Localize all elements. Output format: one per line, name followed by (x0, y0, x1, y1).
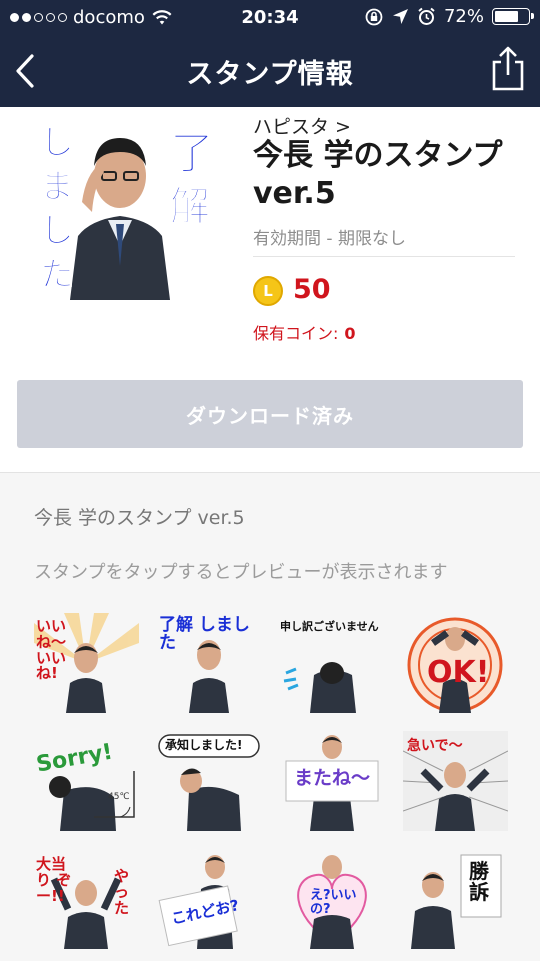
alarm-icon (418, 7, 435, 25)
share-icon[interactable] (490, 44, 526, 92)
thumbnail-right-text: 解 (170, 184, 210, 230)
creator-link[interactable]: ハピスタ > (253, 112, 351, 139)
sticker-caption: 勝訴 (469, 859, 489, 904)
sticker-pack-thumbnail: しました 了 解 (40, 123, 210, 300)
sticker-caption: 承知しました! (165, 738, 243, 752)
sticker-caption: OK! (427, 655, 490, 690)
sticker-4[interactable]: OK! (403, 613, 508, 713)
sticker-caption: いいね〜 いいね! (36, 617, 67, 683)
battery-icon (492, 8, 534, 25)
sticker-8[interactable]: 急いで〜 (403, 731, 508, 831)
thumbnail-right-top-text: 了 (170, 128, 210, 179)
owned-coins-value: 0 (344, 324, 356, 343)
status-bar: docomo 20:34 72% (0, 0, 540, 36)
sticker-caption: 申し訳ございません (280, 620, 379, 633)
sticker-caption: え?いいの? (310, 888, 357, 917)
battery-percent: 72% (443, 6, 484, 27)
owned-coins: 保有コイン: 0 (253, 320, 356, 344)
sticker-2[interactable]: 了解 しました (157, 613, 262, 713)
location-arrow-icon (392, 9, 408, 24)
sticker-pack-title: 今長 学のスタンプ ver.5 (253, 138, 503, 211)
sticker-3[interactable]: 申し訳ございません (280, 613, 385, 713)
sticker-11[interactable]: え?いいの? (280, 849, 385, 949)
rotation-lock-icon (365, 8, 383, 25)
sticker-caption-angle: 45℃ (108, 792, 130, 802)
sticker-9[interactable]: 大当り ぞー!! やった (34, 849, 139, 949)
preview-section: 今長 学のスタンプ ver.5 スタンプをタップするとプレビューが表示されます … (0, 472, 540, 961)
divider (253, 256, 515, 257)
sticker-6[interactable]: 承知しました! (157, 731, 262, 831)
sticker-10[interactable]: これどお? (157, 849, 262, 949)
sticker-12[interactable]: 勝訴 (403, 849, 508, 949)
sticker-caption: 急いで〜 (407, 738, 463, 754)
sticker-caption-2: やった (114, 867, 130, 917)
owned-coins-label: 保有コイン: (253, 324, 339, 343)
preview-hint: スタンプをタップするとプレビューが表示されます (34, 562, 448, 583)
top-bar: docomo 20:34 72% スタンプ情報 (0, 0, 540, 107)
preview-title: 今長 学のスタンプ ver.5 (34, 507, 245, 529)
sticker-grid: いいね〜 いいね! 了解 しました 申し訳ございません OK! Sorry! 4… (34, 613, 514, 949)
validity-period: 有効期間 - 期限なし (253, 229, 406, 249)
sticker-caption: 大当り ぞー!! (36, 855, 72, 905)
sticker-5[interactable]: Sorry! 45℃ (34, 731, 139, 831)
status-right: 72% (364, 6, 534, 27)
line-coin-icon: L (253, 276, 283, 306)
thumbnail-left-text: しました (40, 123, 74, 295)
sticker-1[interactable]: いいね〜 いいね! (34, 613, 139, 713)
page-title: スタンプ情報 (186, 59, 354, 90)
sticker-7[interactable]: またね〜 (280, 731, 385, 831)
sticker-caption: またね〜 (294, 767, 371, 789)
download-button[interactable]: ダウンロード済み (17, 380, 523, 448)
price: 50 (293, 274, 331, 305)
sticker-caption: 了解 しました (159, 615, 250, 653)
